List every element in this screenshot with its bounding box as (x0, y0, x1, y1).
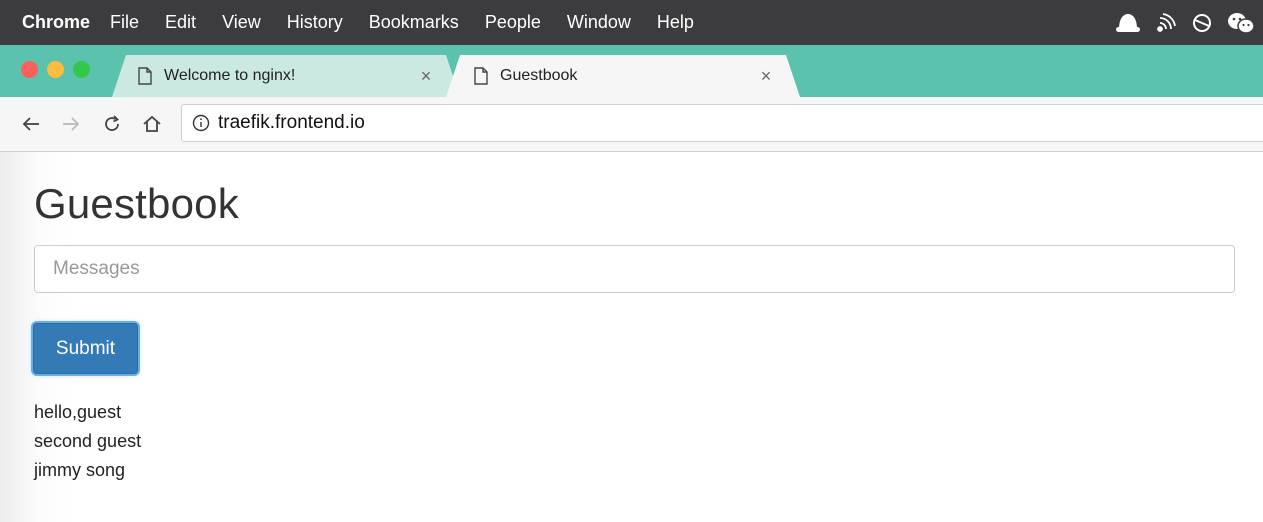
page-title: Guestbook (34, 180, 239, 227)
reload-icon[interactable] (99, 111, 125, 137)
browser-toolbar: traefik.frontend.io (0, 97, 1263, 152)
ghost-icon[interactable] (1115, 12, 1141, 34)
list-item: second guest (34, 431, 142, 451)
info-icon[interactable] (192, 114, 210, 132)
close-tab-icon[interactable]: × (412, 66, 440, 87)
guestbook-entries: hello,guest second guest jimmy song (34, 398, 141, 485)
submit-button[interactable]: Submit (33, 323, 138, 374)
menu-view[interactable]: View (222, 12, 261, 33)
forward-arrow-icon[interactable] (58, 111, 84, 137)
menu-history[interactable]: History (287, 12, 343, 33)
list-item: jimmy song (34, 460, 126, 480)
tab-guestbook[interactable]: Guestbook × (446, 55, 800, 97)
menu-help[interactable]: Help (657, 12, 694, 33)
broadcast-icon[interactable] (1155, 12, 1177, 34)
url-text[interactable]: traefik.frontend.io (218, 112, 365, 134)
back-arrow-icon[interactable] (18, 111, 44, 137)
tab-welcome-nginx[interactable]: Welcome to nginx! × (112, 55, 460, 97)
tab-strip: Welcome to nginx! × Guestbook × (0, 45, 1263, 97)
menu-bar-tray (1115, 0, 1255, 45)
document-icon (138, 67, 152, 85)
list-item: hello,guest (34, 402, 122, 422)
tab-title: Welcome to nginx! (164, 67, 296, 84)
menu-people[interactable]: People (485, 12, 541, 33)
close-tab-icon[interactable]: × (752, 66, 780, 87)
menu-bar: Chrome File Edit View History Bookmarks … (0, 0, 1263, 45)
home-icon[interactable] (139, 111, 165, 137)
close-window-button[interactable] (21, 61, 38, 78)
tab-title: Guestbook (500, 67, 578, 84)
document-icon (474, 67, 488, 85)
zoom-window-button[interactable] (73, 61, 90, 78)
wechat-icon[interactable] (1227, 11, 1255, 35)
minimize-window-button[interactable] (47, 61, 64, 78)
sync-icon[interactable] (1191, 12, 1213, 34)
menu-edit[interactable]: Edit (165, 12, 196, 33)
menu-app-name[interactable]: Chrome (22, 12, 90, 33)
address-bar[interactable]: traefik.frontend.io (181, 104, 1263, 142)
menu-window[interactable]: Window (567, 12, 631, 33)
window-controls (21, 61, 90, 78)
menu-file[interactable]: File (110, 12, 139, 33)
messages-input[interactable] (34, 245, 1235, 293)
menu-bookmarks[interactable]: Bookmarks (369, 12, 459, 33)
